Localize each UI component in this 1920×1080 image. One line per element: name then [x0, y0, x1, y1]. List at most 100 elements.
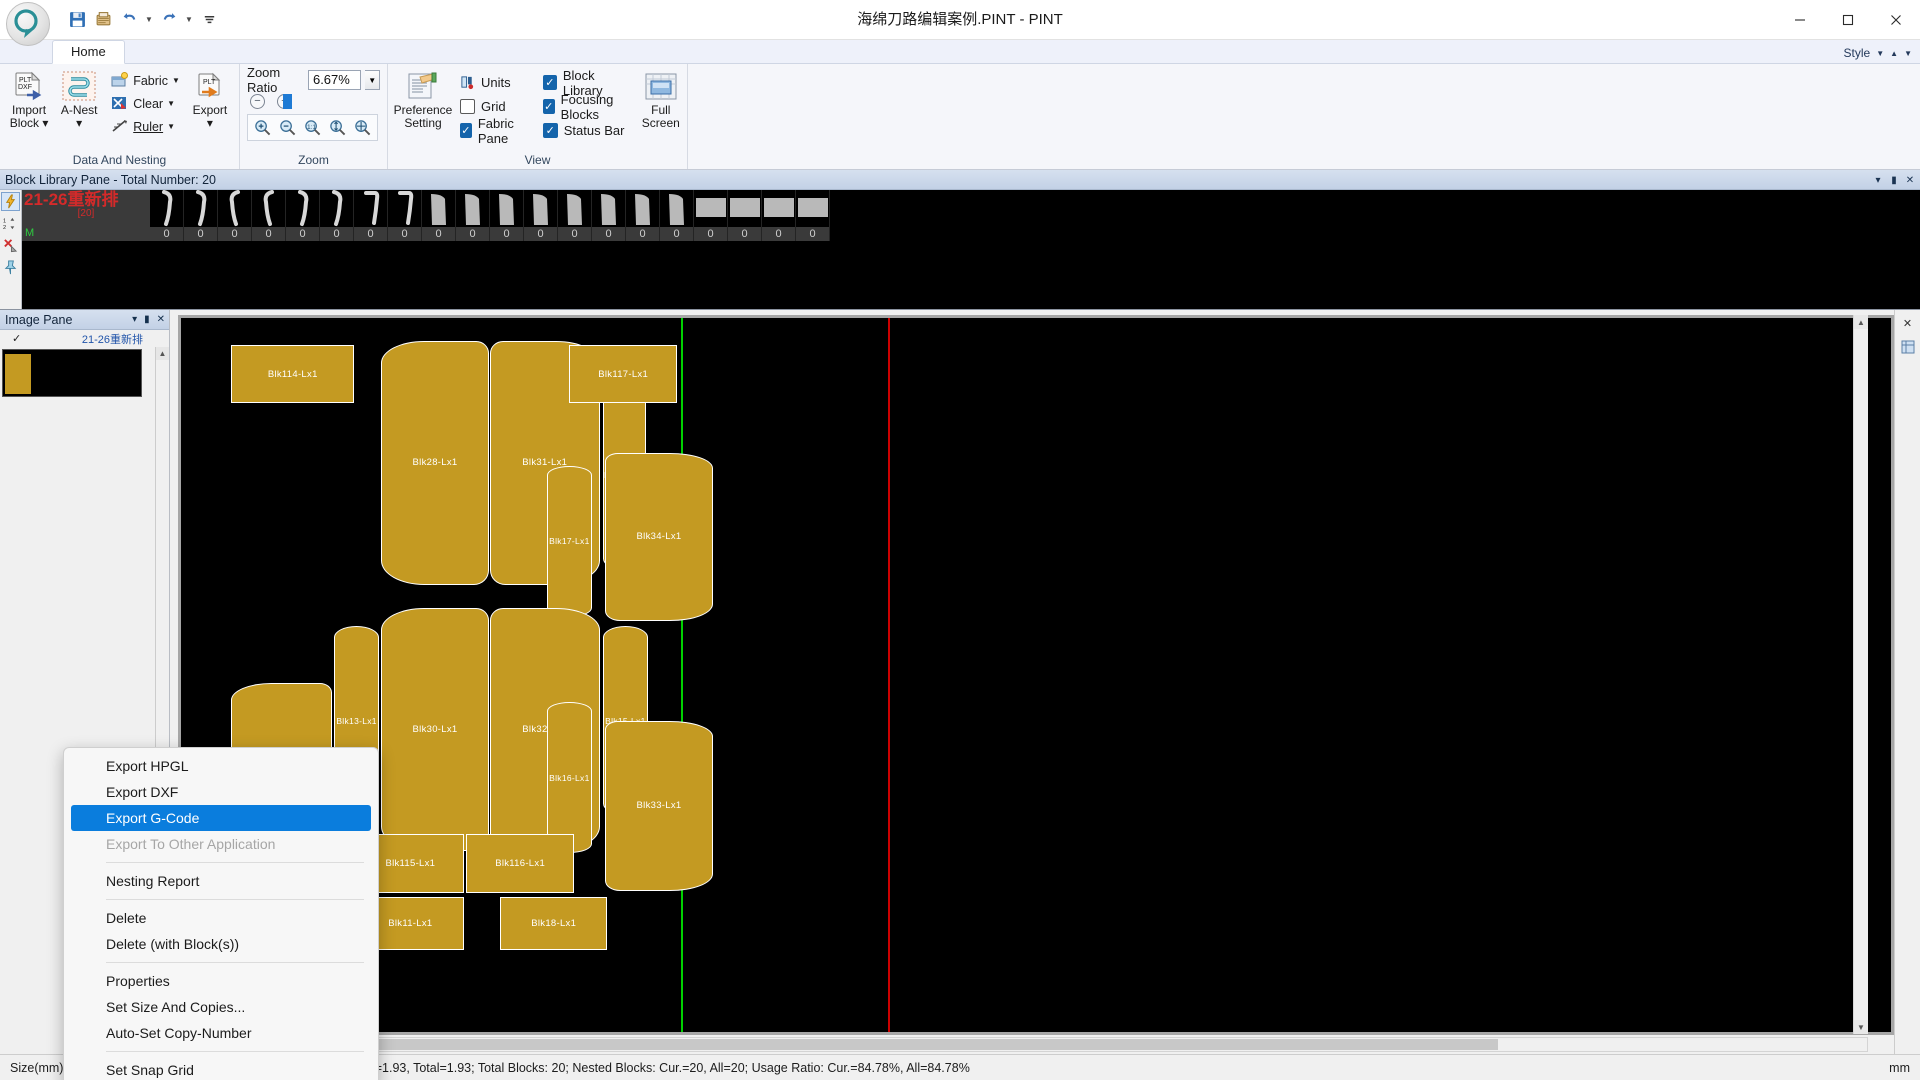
context-menu-item[interactable]: Properties — [64, 968, 378, 994]
zoom-in-icon[interactable] — [251, 117, 274, 138]
pin-icon[interactable] — [1, 258, 20, 277]
minimize-button[interactable] — [1776, 0, 1824, 40]
context-menu-item[interactable]: Export G-Code — [71, 805, 371, 831]
context-menu-item[interactable]: Set Snap Grid — [64, 1057, 378, 1080]
chevron-down-icon[interactable]: ▾ — [132, 314, 137, 325]
context-menu[interactable]: Export HPGL Export DXF Export G-Code Export… — [63, 747, 379, 1080]
redo-icon[interactable] — [158, 9, 180, 31]
context-menu-item[interactable]: Delete — [64, 905, 378, 931]
pin-icon[interactable]: ▮ — [1888, 173, 1900, 187]
zoom-slider-thumb[interactable] — [283, 93, 292, 109]
full-screen-button[interactable]: Full Screen — [639, 68, 683, 132]
nested-block-piece[interactable]: Blk117-Lx1 — [569, 344, 677, 404]
grid-toggle[interactable]: ✓ Grid — [460, 96, 531, 117]
close-icon[interactable]: ✕ — [157, 314, 165, 325]
help-chevron-icon[interactable]: ▲ — [1890, 49, 1898, 58]
block-library-toggle[interactable]: ✓ Block Library — [542, 68, 633, 98]
block-group-cell[interactable]: 21-26重新排 [20] — [22, 190, 150, 227]
save-icon[interactable] — [66, 9, 88, 31]
image-pane-item-row[interactable]: ✓ 21-26重新排 — [0, 330, 169, 347]
fabric-caret-icon[interactable]: ▼ — [172, 76, 180, 85]
ruler-button[interactable]: Ruler ▼ — [108, 116, 183, 137]
context-menu-item[interactable]: Export DXF — [64, 779, 378, 805]
block-thumbnail[interactable] — [286, 190, 320, 227]
undo-dropdown-icon[interactable]: ▼ — [144, 9, 154, 31]
fabric-pane-toggle[interactable]: ✓ Fabric Pane — [460, 116, 531, 146]
block-thumbnail[interactable] — [422, 190, 456, 227]
nesting-canvas-content[interactable]: Blk114-Lx1Blk28-Lx1Blk31-Lx1Blk14-Lx1Blk… — [181, 318, 1891, 1032]
tab-home[interactable]: Home — [52, 40, 125, 64]
block-thumbnail[interactable] — [456, 190, 490, 227]
canvas-horizontal-scrollbar[interactable] — [178, 1037, 1868, 1052]
block-thumbnail[interactable] — [320, 190, 354, 227]
chevron-down-icon[interactable]: ▼ — [1876, 49, 1884, 58]
context-menu-item[interactable]: Auto-Set Copy-Number — [64, 1020, 378, 1046]
context-menu-item[interactable]: Delete (with Block(s)) — [64, 931, 378, 957]
block-thumbnail[interactable] — [626, 190, 660, 227]
export-caret-icon[interactable]: ▾ — [207, 117, 213, 130]
scroll-down-icon[interactable]: ▼ — [1854, 1020, 1868, 1034]
zoom-out-icon[interactable] — [276, 117, 299, 138]
block-thumbnail[interactable] — [218, 190, 252, 227]
fabric-button[interactable]: Fabric ▼ — [108, 70, 183, 91]
nested-block-piece[interactable]: Blk116-Lx1 — [466, 834, 574, 893]
check-icon[interactable]: ✓ — [12, 332, 21, 345]
block-thumbnail[interactable] — [524, 190, 558, 227]
context-menu-item[interactable]: Nesting Report — [64, 868, 378, 894]
block-library-checkbox[interactable]: ✓ — [542, 75, 557, 90]
clear-caret-icon[interactable]: ▼ — [167, 99, 175, 108]
context-menu-item[interactable]: Export HPGL — [64, 753, 378, 779]
number-order-icon[interactable]: 12 — [1, 214, 20, 233]
nesting-canvas[interactable]: Blk114-Lx1Blk28-Lx1Blk31-Lx1Blk14-Lx1Blk… — [178, 315, 1894, 1035]
nested-block-piece[interactable]: Blk18-Lx1 — [499, 896, 608, 950]
ruler-caret-icon[interactable]: ▼ — [167, 122, 175, 131]
block-thumbnail[interactable] — [150, 190, 184, 227]
fabric-pane-checkbox[interactable]: ✓ — [460, 123, 472, 138]
block-library-strip[interactable]: 21-26重新排 [20] M 00000000000000000000 — [22, 190, 1920, 309]
grid-checkbox[interactable]: ✓ — [460, 99, 475, 114]
customize-toolbar-icon[interactable] — [198, 9, 220, 31]
canvas-vertical-scrollbar[interactable]: ▲ ▼ — [1853, 315, 1868, 1034]
undo-icon[interactable] — [118, 9, 140, 31]
a-nest-caret-icon[interactable]: ▾ — [76, 117, 82, 130]
close-icon[interactable]: ✕ — [1904, 173, 1916, 187]
import-block-button[interactable]: PLT DXF Import Block ▾ — [4, 68, 54, 132]
zoom-ratio-dropdown-icon[interactable]: ▼ — [365, 70, 380, 90]
status-bar-toggle[interactable]: ✓ Status Bar — [542, 120, 633, 141]
close-icon[interactable]: ✕ — [1898, 314, 1917, 333]
delete-icon[interactable] — [1, 236, 20, 255]
a-nest-button[interactable]: A-Nest ▾ — [54, 68, 104, 132]
application-menu-orb[interactable] — [6, 2, 50, 46]
nested-block-piece[interactable]: Blk30-Lx1 — [381, 607, 489, 852]
block-thumbnail[interactable] — [558, 190, 592, 227]
zoom-ratio-input[interactable]: 6.67% — [307, 70, 362, 90]
image-pane-thumbnail[interactable] — [2, 349, 142, 397]
maximize-button[interactable] — [1824, 0, 1872, 40]
preference-setting-button[interactable]: Preference Setting — [392, 68, 454, 132]
scroll-up-icon[interactable]: ▲ — [156, 347, 169, 360]
scroll-up-icon[interactable]: ▲ — [1854, 315, 1868, 329]
zoom-1to1-icon[interactable]: 1:1 — [301, 117, 324, 138]
context-menu-item[interactable]: Set Size And Copies... — [64, 994, 378, 1020]
focusing-blocks-toggle[interactable]: ✓ Focusing Blocks — [542, 92, 633, 122]
pin-icon[interactable]: ▮ — [144, 314, 150, 325]
focusing-blocks-checkbox[interactable]: ✓ — [542, 99, 555, 114]
lightning-icon[interactable] — [1, 192, 20, 211]
block-thumbnail[interactable] — [728, 190, 762, 227]
nested-block-piece[interactable]: Blk33-Lx1 — [605, 720, 713, 891]
fabric-pane-icon[interactable] — [1898, 337, 1917, 356]
close-button[interactable] — [1872, 0, 1920, 40]
block-thumbnail[interactable] — [354, 190, 388, 227]
block-thumbnail[interactable] — [796, 190, 830, 227]
block-thumbnail[interactable] — [490, 190, 524, 227]
clear-button[interactable]: Clear ▼ — [108, 93, 183, 114]
status-bar-checkbox[interactable]: ✓ — [542, 123, 558, 138]
zoom-fit-all-icon[interactable] — [351, 117, 374, 138]
units-toggle[interactable]: Units — [460, 72, 531, 93]
block-thumbnail[interactable] — [762, 190, 796, 227]
redo-dropdown-icon[interactable]: ▼ — [184, 9, 194, 31]
nested-block-piece[interactable]: Blk34-Lx1 — [605, 452, 713, 621]
style-menu[interactable]: Style ▼ ▲ ▼ — [1844, 46, 1912, 60]
print-icon[interactable] — [92, 9, 114, 31]
nested-block-piece[interactable]: Blk114-Lx1 — [231, 344, 355, 404]
